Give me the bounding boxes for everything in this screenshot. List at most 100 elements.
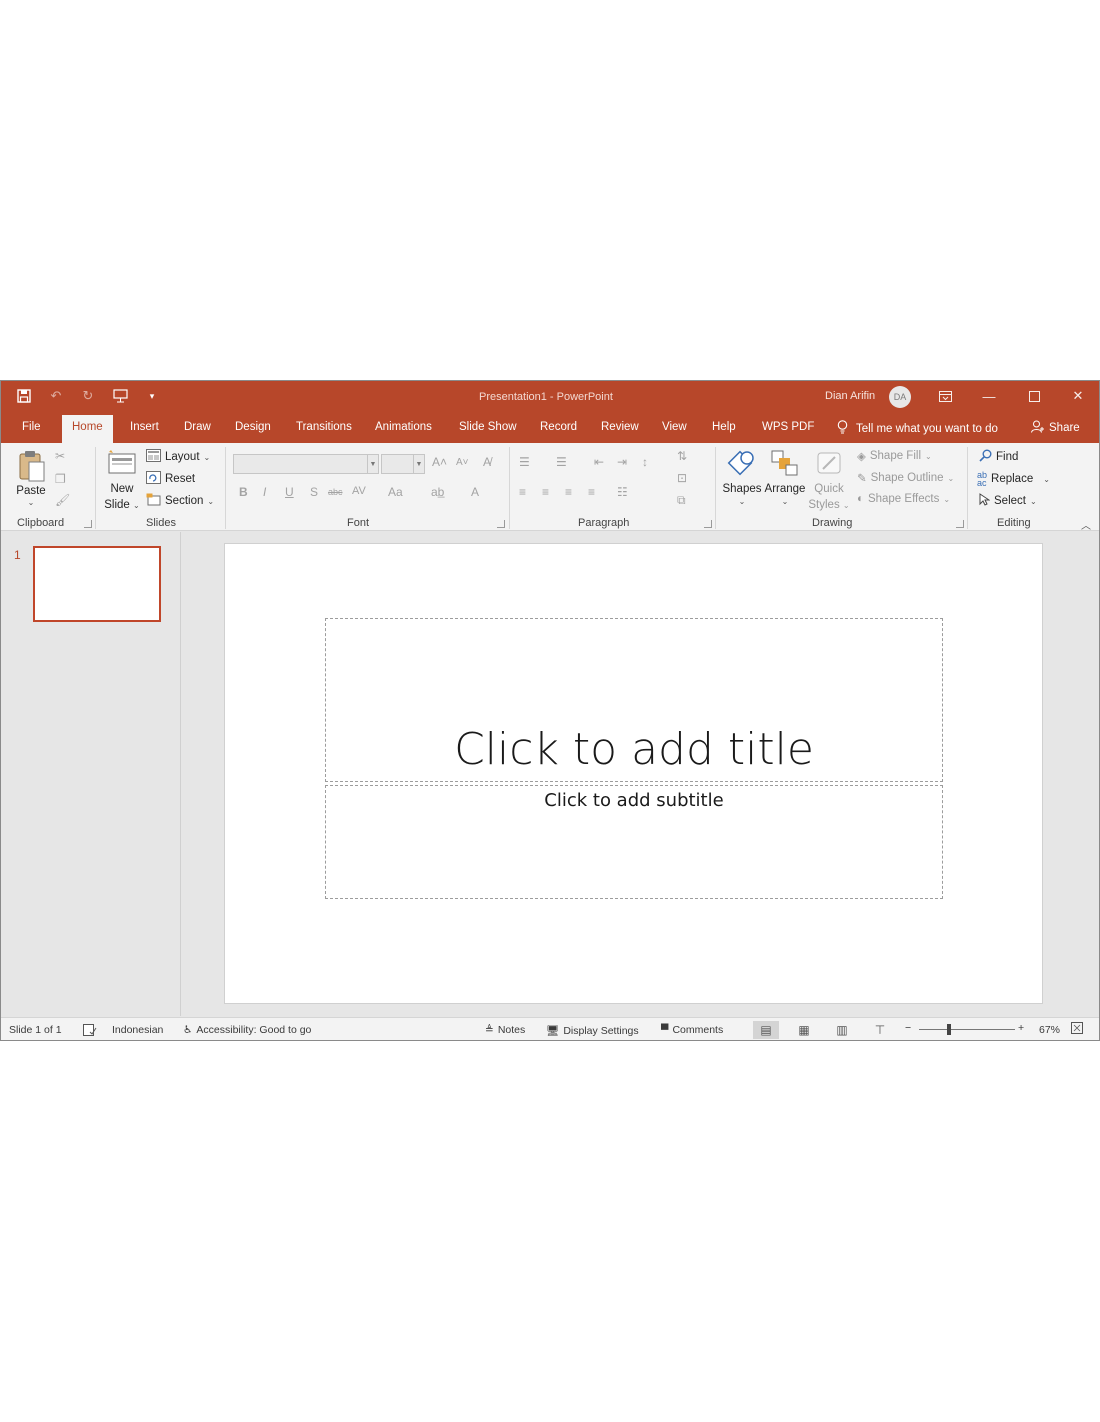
redo-icon[interactable]: ↻ — [79, 387, 97, 405]
clear-formatting-icon: A̸ — [483, 455, 492, 469]
tab-help[interactable]: Help — [712, 421, 736, 433]
tab-insert[interactable]: Insert — [130, 421, 159, 433]
section-button[interactable]: Section ⌄ — [146, 493, 214, 509]
editing-group-label: Editing — [997, 517, 1031, 529]
tab-file[interactable]: File — [22, 421, 41, 433]
customize-icon[interactable]: ▾ — [143, 387, 161, 405]
quick-styles-label: Quick — [814, 483, 844, 495]
zoom-out-icon[interactable]: − — [905, 1022, 911, 1034]
slide-thumbnail[interactable] — [33, 546, 161, 622]
shapes-button[interactable]: Shapes — [722, 483, 762, 495]
increase-indent-icon: ⇥ — [617, 455, 628, 469]
slideshow-view-icon[interactable]: ⊤ — [867, 1021, 893, 1039]
zoom-slider[interactable] — [919, 1029, 1015, 1030]
tab-design[interactable]: Design — [235, 421, 271, 433]
bullets-icon: ☰ — [519, 455, 530, 469]
shapes-dropdown-icon[interactable]: ⌄ — [737, 497, 747, 506]
shapes-icon[interactable] — [727, 449, 757, 480]
share-button[interactable]: Share — [1031, 420, 1080, 436]
notes-button[interactable]: ≜ Notes — [485, 1024, 525, 1036]
line-spacing-icon: ↕ — [642, 455, 648, 469]
fit-to-window-icon[interactable] — [1071, 1022, 1083, 1034]
shape-effects-label: Shape Effects — [867, 493, 940, 505]
arrange-dropdown-icon[interactable]: ⌄ — [780, 497, 790, 506]
reset-button[interactable]: Reset — [146, 471, 195, 487]
font-size-combo[interactable]: ▼ — [381, 454, 425, 474]
subtitle-placeholder[interactable]: Click to add subtitle — [325, 785, 943, 899]
title-placeholder[interactable]: Click to add title — [325, 618, 943, 782]
ribbon-display-options-icon[interactable] — [933, 385, 957, 407]
new-slide-label[interactable]: New — [105, 483, 139, 495]
save-icon[interactable] — [15, 387, 33, 405]
ribbon-tabs: File Home Insert Draw Design Transitions… — [1, 413, 1099, 443]
divider — [95, 447, 96, 529]
display-settings-button[interactable]: 🖥 Display Settings — [546, 1024, 639, 1038]
decrease-indent-icon: ⇤ — [594, 455, 605, 469]
display-settings-label: Display Settings — [563, 1024, 639, 1037]
new-slide-button[interactable]: Slide ⌄ — [101, 499, 143, 511]
paragraph-launcher-icon[interactable] — [704, 520, 712, 528]
tab-record[interactable]: Record — [540, 421, 577, 433]
slide-thumbnail-pane: 1 — [1, 532, 181, 1016]
font-launcher-icon[interactable] — [497, 520, 505, 528]
tab-slide-show[interactable]: Slide Show — [459, 421, 517, 433]
select-icon — [979, 493, 991, 509]
notes-label: Notes — [497, 1024, 526, 1036]
format-painter-icon: 🖌 — [55, 493, 71, 507]
slide-sorter-icon[interactable]: ▦ — [791, 1021, 817, 1039]
tab-animations[interactable]: Animations — [375, 421, 432, 433]
spelling-icon[interactable] — [83, 1024, 97, 1036]
tab-wps-pdf[interactable]: WPS PDF — [762, 421, 814, 433]
zoom-slider-thumb[interactable] — [947, 1024, 951, 1035]
slide-counter: Slide 1 of 1 — [9, 1024, 62, 1036]
language-indicator[interactable]: Indonesian — [112, 1024, 163, 1036]
present-icon[interactable] — [111, 387, 129, 405]
clipboard-launcher-icon[interactable] — [84, 520, 92, 528]
divider — [509, 447, 510, 529]
title-bar: ↶ ↻ ▾ Presentation1 - PowerPoint Dian Ar… — [1, 381, 1099, 413]
select-button[interactable]: Select ⌄ — [979, 493, 1037, 509]
tell-me-search[interactable]: Tell me what you want to do — [837, 420, 998, 437]
align-right-icon: ≡ — [565, 485, 573, 499]
undo-icon[interactable]: ↶ — [47, 387, 65, 405]
paste-dropdown-icon[interactable]: ⌄ — [26, 498, 36, 507]
tab-transitions[interactable]: Transitions — [296, 421, 352, 433]
chevron-down-icon[interactable]: ▼ — [413, 455, 424, 473]
new-slide-icon[interactable] — [107, 449, 137, 478]
collapse-ribbon-icon[interactable]: ︿ — [1081, 517, 1091, 532]
user-name[interactable]: Dian Arifin — [825, 390, 875, 402]
normal-view-icon[interactable]: ▤ — [753, 1021, 779, 1039]
strikethrough-button: abc — [328, 487, 343, 497]
accessibility-status[interactable]: ♿ Accessibility: Good to go — [183, 1024, 311, 1036]
ribbon: Paste ⌄ ✂ ❐ 🖌 Clipboard New Slide ⌄ Layo… — [1, 443, 1099, 532]
avatar[interactable]: DA — [889, 386, 911, 408]
reading-view-icon[interactable]: ▥ — [829, 1021, 855, 1039]
maximize-icon[interactable] — [1022, 385, 1046, 407]
font-name-combo[interactable]: ▼ — [233, 454, 379, 474]
replace-label: Replace — [991, 473, 1034, 485]
paste-icon[interactable] — [17, 449, 47, 486]
paste-button[interactable]: Paste — [16, 485, 46, 497]
quick-styles-button: Styles ⌄ — [808, 499, 850, 511]
notes-icon: ≜ — [485, 1024, 494, 1036]
arrange-button[interactable]: Arrange — [763, 483, 807, 495]
drawing-launcher-icon[interactable] — [956, 520, 964, 528]
zoom-in-icon[interactable]: + — [1018, 1022, 1024, 1034]
replace-button[interactable]: ab ac Replace ⌄ — [977, 471, 1050, 488]
divider — [225, 447, 226, 529]
arrange-icon[interactable] — [770, 449, 800, 480]
close-icon[interactable]: ✕ — [1066, 385, 1090, 407]
increase-font-icon: A˄ — [432, 455, 448, 469]
tab-home[interactable]: Home — [62, 415, 113, 443]
chevron-down-icon[interactable]: ▼ — [367, 455, 378, 473]
layout-button[interactable]: Layout ⌄ — [146, 449, 210, 465]
minimize-icon[interactable]: — — [977, 385, 1001, 407]
comments-button[interactable]: ▀ Comments — [661, 1024, 723, 1036]
zoom-level[interactable]: 67% — [1039, 1024, 1060, 1036]
tab-review[interactable]: Review — [601, 421, 639, 433]
find-button[interactable]: Find — [979, 449, 1018, 465]
tab-draw[interactable]: Draw — [184, 421, 211, 433]
tab-view[interactable]: View — [662, 421, 687, 433]
columns-icon: ☷ — [617, 485, 628, 499]
slide-canvas[interactable]: Click to add title Click to add subtitle — [224, 543, 1043, 1004]
